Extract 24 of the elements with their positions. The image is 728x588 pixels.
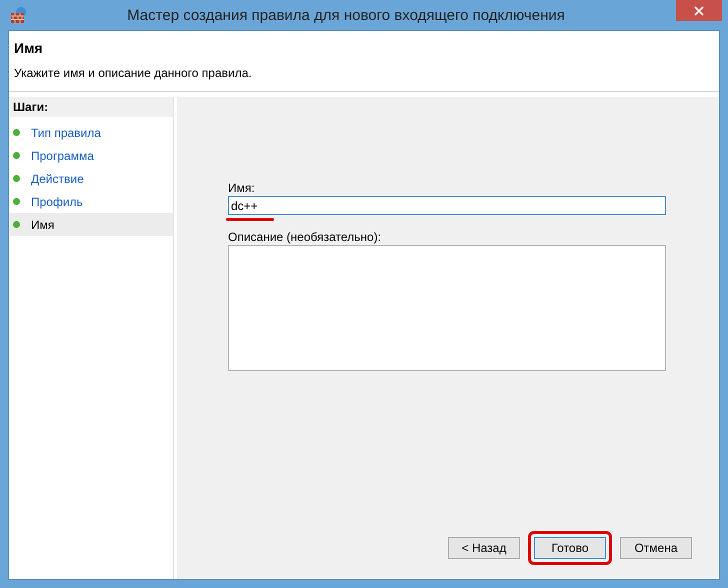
dialog-button[interactable]: < Назад [448, 537, 520, 559]
dialog-button[interactable]: Отмена [620, 537, 692, 559]
step-item[interactable]: Программа [9, 144, 173, 167]
page-subtitle: Укажите имя и описание данного правила. [14, 66, 253, 80]
brick-wall-globe-icon [10, 6, 28, 24]
step-item[interactable]: Действие [9, 167, 173, 190]
step-item[interactable]: Профиль [9, 190, 173, 213]
status-dot-icon [13, 129, 20, 136]
steps-heading: Шаги: [9, 97, 173, 117]
step-item[interactable]: Тип правила [9, 121, 173, 144]
close-button[interactable] [676, 0, 722, 21]
name-field[interactable]: dc++ [228, 196, 666, 215]
status-dot-icon [13, 175, 20, 182]
page-title: Имя [14, 40, 44, 56]
status-dot-icon [13, 198, 20, 205]
name-label: Имя: [228, 181, 256, 195]
status-dot-icon [13, 152, 20, 159]
description-label: Описание (необязательно): [228, 230, 382, 244]
step-item[interactable]: Имя [9, 213, 173, 236]
window-title: Мастер создания правила для нового входящего подключения [126, 6, 566, 24]
close-icon [694, 6, 704, 16]
status-dot-icon [13, 221, 20, 228]
description-field[interactable] [228, 245, 666, 371]
dialog-button[interactable]: Готово [534, 537, 606, 559]
